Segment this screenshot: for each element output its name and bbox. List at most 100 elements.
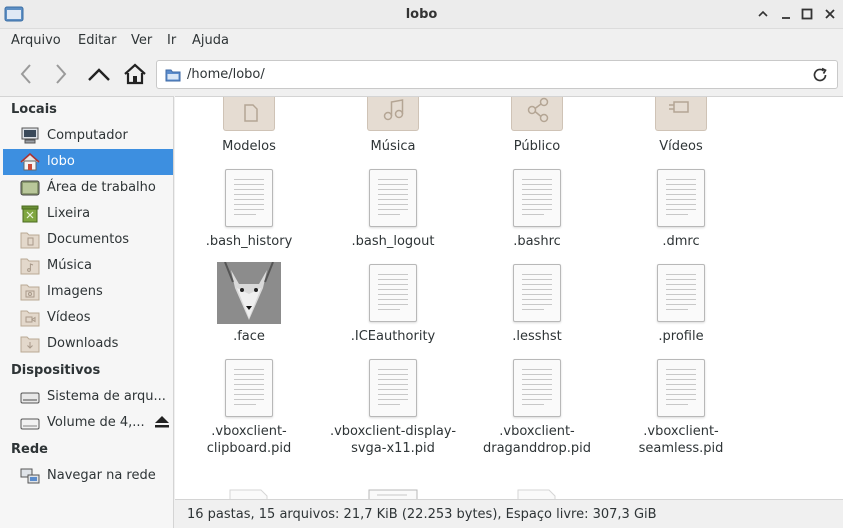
close-icon (825, 9, 835, 19)
file-item-profile[interactable]: .profile (607, 264, 755, 344)
file-item-vboxclient-clipboard[interactable]: .vboxclient- clipboard.pid (175, 359, 323, 459)
network-icon (20, 468, 40, 484)
menu-arquivo[interactable]: Arquivo (11, 33, 61, 48)
arrow-up-icon (88, 68, 110, 81)
file-item-bash-logout[interactable]: .bash_logout (319, 169, 467, 249)
sidebar-item-downloads[interactable]: Downloads (3, 331, 173, 357)
sidebar-item-label: Área de trabalho (47, 180, 156, 195)
trash-icon (21, 205, 39, 223)
wolf-image-thumbnail (217, 262, 281, 324)
reload-icon[interactable] (811, 66, 829, 84)
file-label: .face (233, 329, 265, 344)
minimize-icon (782, 17, 790, 19)
text-file-icon (369, 169, 417, 227)
status-bar: 16 pastas, 15 arquivos: 21,7 KiB (22.253… (175, 499, 843, 528)
section-rede: Rede (11, 442, 48, 457)
minimize-button[interactable] (778, 6, 794, 22)
menu-ir[interactable]: Ir (167, 33, 176, 48)
file-label: .vboxclient- draganddrop.pid (482, 424, 592, 456)
file-item-videos[interactable]: Vídeos (607, 97, 755, 157)
file-item-iceauthority[interactable]: .ICEauthority (319, 264, 467, 344)
computer-icon (21, 127, 39, 144)
sidebar-item-label: Imagens (47, 284, 103, 299)
sidebar-item-videos[interactable]: Vídeos (3, 305, 173, 331)
close-button[interactable] (822, 6, 838, 22)
text-file-icon (657, 359, 705, 417)
text-file-icon (657, 264, 705, 322)
text-file-icon (225, 359, 273, 417)
sidebar-item-musica[interactable]: Música (3, 253, 173, 279)
file-view[interactable]: Modelos Música Público Vídeos .bash_hist… (175, 96, 843, 499)
home-button[interactable] (122, 61, 148, 87)
folder-documents-icon (20, 232, 40, 249)
folder-music-icon (20, 258, 40, 275)
file-item-bashrc[interactable]: .bashrc (463, 169, 611, 249)
file-label: .vboxclient- seamless.pid (638, 424, 724, 456)
sidebar-item-label: Documentos (47, 232, 130, 247)
sidebar-item-documentos[interactable]: Documentos (3, 227, 173, 253)
maximize-button[interactable] (799, 6, 815, 22)
shade-button[interactable] (755, 6, 771, 22)
folder-videos-icon (655, 97, 707, 131)
file-item-musica[interactable]: Música (319, 97, 467, 157)
sidebar-item-area-de-trabalho[interactable]: Área de trabalho (3, 175, 173, 201)
file-item-face[interactable]: .face (175, 262, 323, 344)
sidebar-item-lixeira[interactable]: Lixeira (3, 201, 173, 227)
sidebar-item-computador[interactable]: Computador (3, 123, 173, 149)
location-path[interactable]: /home/lobo/ (187, 67, 265, 82)
title-bar: lobo (0, 0, 843, 29)
text-file-icon (657, 169, 705, 227)
toolbar: /home/lobo/ (0, 53, 843, 96)
sidebar-item-sistema-de-arquivos[interactable]: Sistema de arqu... (3, 384, 173, 410)
sidebar-item-navegar-na-rede[interactable]: Navegar na rede (3, 463, 173, 489)
file-label: Música (370, 139, 416, 154)
sidebar-item-label: Volume de 4,... (47, 415, 145, 430)
text-file-icon (369, 264, 417, 322)
file-label: .bash_logout (351, 234, 435, 249)
file-item-publico[interactable]: Público (463, 97, 611, 157)
text-file-icon (513, 359, 561, 417)
folder-icon (165, 69, 181, 82)
eject-icon[interactable] (154, 415, 170, 429)
folder-pictures-icon (20, 284, 40, 301)
file-label: .bashrc (513, 234, 561, 249)
text-file-icon (225, 169, 273, 227)
file-item-dmrc[interactable]: .dmrc (607, 169, 755, 249)
forward-button[interactable] (48, 61, 74, 87)
arrow-left-icon (20, 64, 31, 84)
folder-templates-icon (223, 97, 275, 131)
file-item-vboxclient-seamless[interactable]: .vboxclient- seamless.pid (607, 359, 755, 459)
up-button[interactable] (86, 61, 112, 87)
file-item-bash-history[interactable]: .bash_history (175, 169, 323, 249)
menu-ver[interactable]: Ver (131, 33, 152, 48)
file-label: .ICEauthority (350, 329, 436, 344)
chevron-up-icon (758, 10, 768, 17)
home-icon (20, 153, 40, 171)
file-item-partial[interactable] (463, 489, 611, 499)
section-locais: Locais (11, 102, 57, 117)
file-label: .vboxclient- clipboard.pid (206, 424, 292, 456)
menu-editar[interactable]: Editar (78, 33, 117, 48)
file-label: .lesshst (512, 329, 562, 344)
menu-ajuda[interactable]: Ajuda (192, 33, 229, 48)
window-title: lobo (405, 7, 438, 22)
sidebar-item-label: Sistema de arqu... (47, 389, 166, 404)
sidebar-item-label: lobo (47, 154, 75, 169)
sidebar: Locais Computador lobo Área de trabalho … (0, 96, 174, 528)
sidebar-item-imagens[interactable]: Imagens (3, 279, 173, 305)
sidebar-item-volume[interactable]: Volume de 4,... (3, 410, 173, 436)
file-item-vboxclient-draganddrop[interactable]: .vboxclient- draganddrop.pid (463, 359, 611, 459)
file-label: .profile (658, 329, 704, 344)
file-item-vboxclient-display[interactable]: .vboxclient-display- svga-x11.pid (319, 359, 467, 459)
sidebar-item-lobo[interactable]: lobo (3, 149, 173, 175)
back-button[interactable] (13, 61, 39, 87)
location-bar[interactable]: /home/lobo/ (156, 60, 838, 89)
file-item-lesshst[interactable]: .lesshst (463, 264, 611, 344)
sidebar-item-label: Navegar na rede (47, 468, 156, 483)
file-item-modelos[interactable]: Modelos (175, 97, 323, 157)
file-label: Vídeos (659, 139, 703, 154)
drive-icon (20, 418, 40, 430)
maximize-icon (801, 8, 813, 20)
file-item-partial[interactable] (175, 489, 323, 499)
file-item-partial[interactable] (319, 489, 467, 499)
